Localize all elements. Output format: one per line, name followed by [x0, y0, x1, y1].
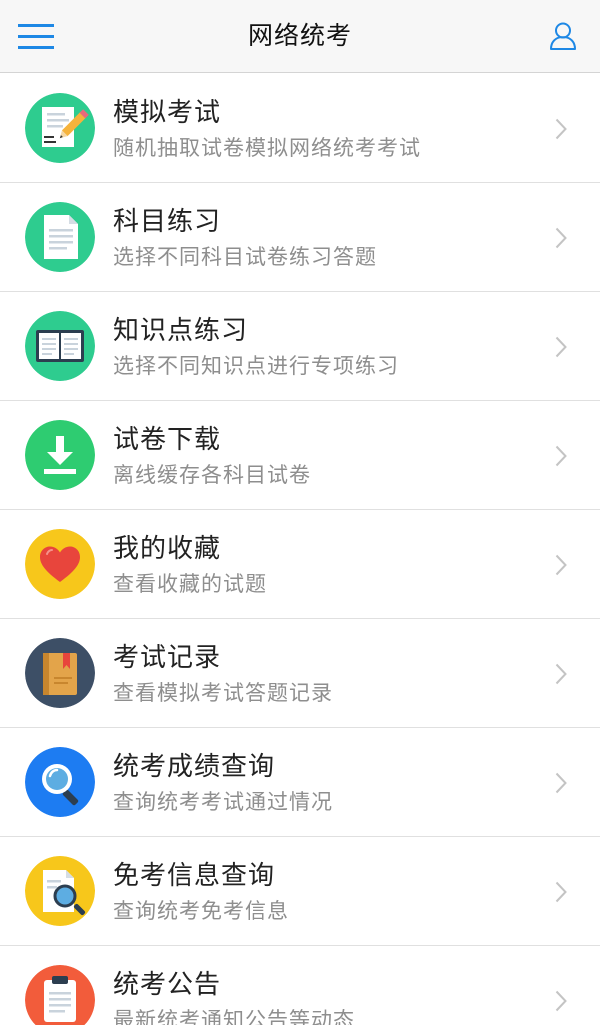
- document-icon: [25, 202, 95, 272]
- user-profile-icon[interactable]: [548, 21, 578, 51]
- menu-item-subtitle: 查询统考考试通过情况: [113, 790, 333, 814]
- record-book-icon: [25, 638, 95, 708]
- clipboard-icon: [25, 965, 95, 1025]
- exam-paper-pencil-icon: [25, 93, 95, 163]
- magnifier-icon: [25, 747, 95, 817]
- menu-item-subtitle: 查看模拟考试答题记录: [113, 681, 333, 705]
- menu-item-exemption-query[interactable]: 免考信息查询 查询统考免考信息: [0, 837, 600, 946]
- menu-item-title: 科目练习: [113, 207, 222, 237]
- menu-item-paper-download[interactable]: 试卷下载 离线缓存各科目试卷: [0, 401, 600, 510]
- menu-item-title: 统考成绩查询: [113, 752, 276, 782]
- document-search-icon: [25, 856, 95, 926]
- menu-list: 模拟考试 随机抽取试卷模拟网络统考考试 科目练习 选择不同科目试卷练习答题 知识…: [0, 74, 600, 1025]
- app-screen: 网络统考 模拟考试 随机抽取试卷模拟网络统考考试 科目练习 选择不同科目试卷练习…: [0, 0, 600, 1025]
- heart-icon: [25, 529, 95, 599]
- menu-item-knowledge-practice[interactable]: 知识点练习 选择不同知识点进行专项练习: [0, 292, 600, 401]
- menu-item-subtitle: 选择不同科目试卷练习答题: [113, 245, 377, 269]
- navigation-bar: 网络统考: [0, 0, 600, 73]
- menu-item-my-favorites[interactable]: 我的收藏 查看收藏的试题: [0, 510, 600, 619]
- menu-item-title: 免考信息查询: [113, 861, 276, 891]
- menu-item-score-query[interactable]: 统考成绩查询 查询统考考试通过情况: [0, 728, 600, 837]
- chevron-right-icon: [555, 445, 567, 467]
- menu-item-subtitle: 最新统考通知公告等动态: [113, 1008, 355, 1025]
- menu-item-title: 模拟考试: [113, 98, 222, 128]
- menu-item-title: 知识点练习: [113, 316, 249, 346]
- menu-item-mock-exam[interactable]: 模拟考试 随机抽取试卷模拟网络统考考试: [0, 74, 600, 183]
- download-icon: [25, 420, 95, 490]
- menu-item-subject-practice[interactable]: 科目练习 选择不同科目试卷练习答题: [0, 183, 600, 292]
- chevron-right-icon: [555, 336, 567, 358]
- open-book-icon: [25, 311, 95, 381]
- page-title: 网络统考: [247, 21, 352, 50]
- menu-item-subtitle: 查询统考免考信息: [113, 899, 289, 923]
- menu-item-subtitle: 离线缓存各科目试卷: [113, 463, 311, 487]
- chevron-right-icon: [555, 554, 567, 576]
- menu-item-title: 试卷下载: [113, 425, 222, 455]
- menu-item-subtitle: 查看收藏的试题: [113, 572, 267, 596]
- menu-item-exam-records[interactable]: 考试记录 查看模拟考试答题记录: [0, 619, 600, 728]
- menu-item-title: 统考公告: [113, 970, 222, 1000]
- chevron-right-icon: [555, 881, 567, 903]
- chevron-right-icon: [555, 663, 567, 685]
- chevron-right-icon: [555, 118, 567, 140]
- menu-item-subtitle: 选择不同知识点进行专项练习: [113, 354, 399, 378]
- menu-item-announcements[interactable]: 统考公告 最新统考通知公告等动态: [0, 946, 600, 1025]
- chevron-right-icon: [555, 772, 567, 794]
- menu-item-title: 我的收藏: [113, 534, 222, 564]
- menu-item-subtitle: 随机抽取试卷模拟网络统考考试: [113, 136, 421, 160]
- menu-item-title: 考试记录: [113, 643, 222, 673]
- chevron-right-icon: [555, 227, 567, 249]
- chevron-right-icon: [555, 990, 567, 1012]
